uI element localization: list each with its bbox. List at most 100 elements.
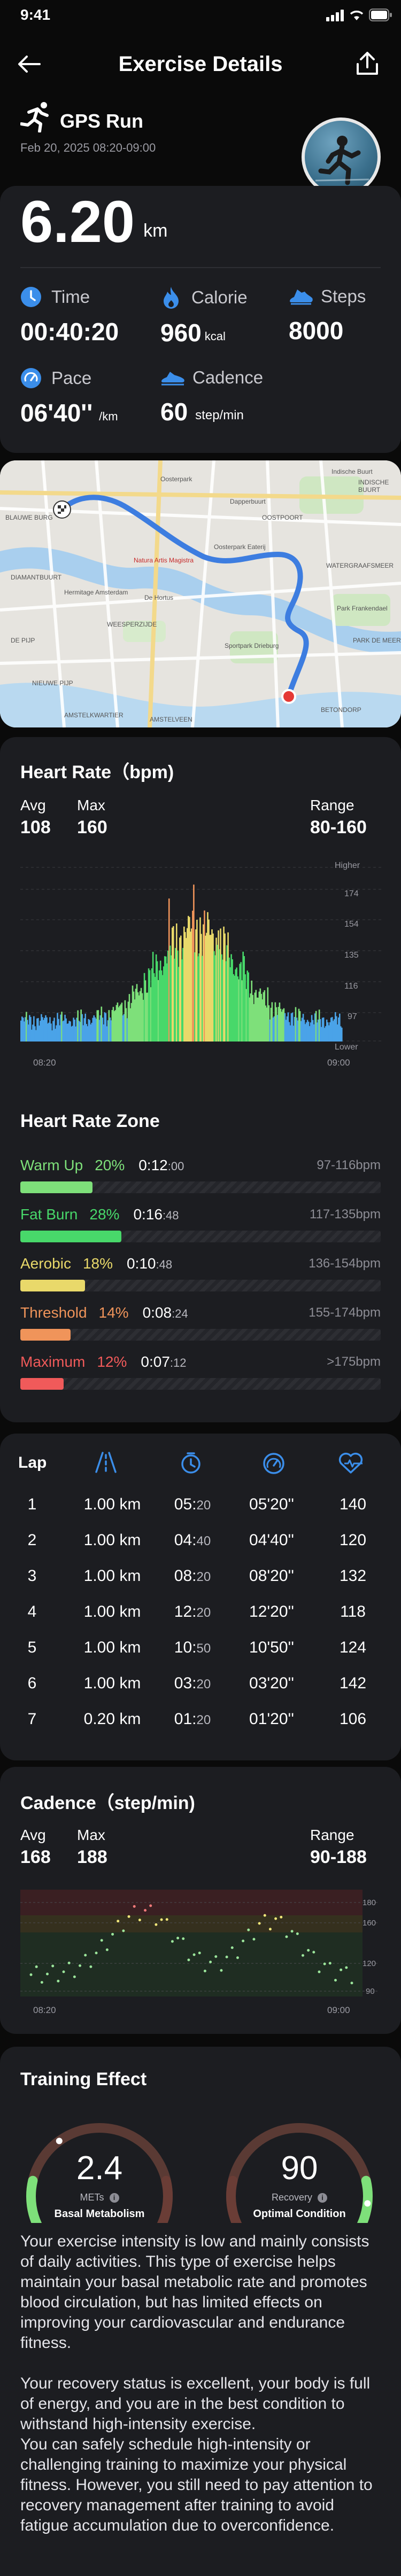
cad-avg-value: 168 [20,1847,51,1867]
hr-zone-pct: 18% [82,1255,113,1272]
training-description: Your exercise intensity is low and mainl… [20,2232,379,2536]
hr-avg-label: Avg [20,797,46,813]
training-paragraph-3: You can safely schedule high-intensity o… [20,2436,373,2534]
hr-zone-time-main: 0:16 [133,1206,163,1223]
stat-calorie-label: Calorie [191,287,248,307]
lap-header-label: Lap [18,1454,47,1471]
share-icon[interactable] [356,51,379,76]
summary-card: 6.20 km Time 00:40:20 Calorie 960 kcal S… [0,186,401,453]
map-label: Oosterpark Eaterij [214,543,266,551]
hr-zone-bar-fill [20,1181,92,1193]
map-label: WEESPERZIJDE [107,621,157,628]
distance-readout: 6.20 km [20,188,167,256]
cadence-point [51,1964,55,1968]
map-labels: Oosterpark Dapperbuurt OOSTPOORT Indisch… [0,460,401,727]
map-label: DE PIJP [11,637,35,644]
cadence-point [182,1937,185,1940]
running-person-icon [20,102,49,132]
activity-name: GPS Run [60,110,144,132]
hr-zone-range: >175bpm [327,1354,381,1369]
cadence-point [122,1929,125,1932]
cadence-point [67,1961,71,1964]
cadence-point [111,1932,114,1936]
recovery-info-icon[interactable]: i [318,2193,328,2203]
stat-pace-value-row: 06'40'' /km [20,398,118,427]
map-label: WATERGRAAFSMEER [326,562,394,569]
heart-rate-title: Heart Rate（bpm) [20,762,174,782]
hr-zone-name: Fat Burn [20,1206,78,1223]
hr-zone-range: 136-154bpm [309,1256,381,1271]
cadence-point [133,1905,136,1908]
lap-row: 7 0.20 km 01:20 01'20'' 106 [0,1710,401,1735]
recovery-label: Recovery [271,2192,313,2203]
map-label: DIAMANTBUURT [11,574,62,581]
hr-ytick: 116 [344,982,358,991]
cad-x-start: 08:20 [33,2005,56,2015]
cadence-point [160,1918,163,1921]
cadence-point [290,1930,294,1933]
lap-time-sec: 20 [196,1570,211,1584]
cadence-point [274,1917,277,1920]
clock-icon [21,287,41,307]
cadence-point [62,1970,65,1974]
lap-row: 3 1.00 km 08:20 08'20'' 132 [0,1567,401,1592]
pace-icon[interactable] [262,1452,286,1474]
lap-distance: 0.20 km [83,1710,141,1728]
lap-pace: 10'50'' [249,1639,294,1656]
cadence-point [307,1949,310,1952]
cadence-point [84,1954,87,1957]
stat-time-label: Time [51,287,90,307]
heart-rate-chart [20,867,384,1042]
training-effect-card: Training Effect 2.4 METs i Basal Metabol… [0,2047,401,2576]
lap-time-sec: 40 [196,1534,211,1548]
cadence-point [89,1965,92,1968]
cadence-point [138,1919,141,1922]
hr-zone-pct: 28% [89,1206,120,1223]
avatar[interactable] [302,118,381,197]
cadence-point [187,1958,190,1961]
cad-max-label: Max [77,1827,105,1843]
cadence-point [105,1948,109,1952]
route-map[interactable]: Oosterpark Dapperbuurt OOSTPOORT Indisch… [0,460,401,727]
hr-zone-time-sec: :48 [162,1209,179,1222]
lap-heart-rate: 118 [340,1603,366,1620]
activity-date: Feb 20, 2025 08:20-09:00 [20,141,156,154]
map-label: BETONDORP [321,706,361,714]
hr-zone-range: 155-174bpm [309,1305,381,1320]
avatar-runner-illustration [315,136,369,185]
hr-ytick: 135 [344,951,359,960]
cadence-point [46,1972,49,1976]
hr-zone-row: Aerobic 18% 0:10:48 136-154bpm [20,1255,381,1298]
lap-number: 4 [27,1603,37,1620]
cadence-point [192,1953,196,1956]
mets-caption: Basal Metabolism [54,2208,145,2220]
training-paragraph-2: Your recovery status is excellent, your … [20,2375,371,2433]
lap-row: 1 1.00 km 05:20 05'20'' 140 [0,1496,401,1520]
divider [20,267,381,268]
cadence-point [252,1938,256,1941]
mets-info-icon[interactable]: i [109,2193,119,2203]
cad-max-value: 188 [77,1847,107,1867]
lap-number: 7 [27,1710,37,1728]
heart-pulse-icon[interactable] [338,1452,364,1474]
cadence-point [220,1969,223,1972]
lap-time-sec: 20 [196,1677,211,1692]
cadence-point [334,1979,337,1982]
hr-zone-range: 97-116bpm [317,1158,381,1172]
hr-zone-pct: 20% [95,1157,125,1173]
lap-time-icon[interactable] [180,1452,202,1474]
cadence-point [29,1973,33,1976]
recovery-label-row: Recovery i [219,2192,380,2203]
hr-zone-pct: 12% [97,1353,127,1370]
hr-zone-bar-fill [20,1329,71,1341]
lap-time: 01:20 [155,1710,230,1728]
hr-zone-name: Maximum [20,1353,86,1370]
distance-icon[interactable] [93,1452,119,1473]
hr-zone-time-sec: :24 [172,1307,188,1320]
map-label: NIEUWE PIJP [32,679,73,687]
hr-avg-value: 108 [20,817,51,837]
hr-zone-time-sec: :12 [169,1356,187,1369]
hr-zone-bar-fill [20,1378,64,1390]
status-bar: 9:41 [0,0,401,32]
stat-cadence-value: 60 [160,398,188,426]
